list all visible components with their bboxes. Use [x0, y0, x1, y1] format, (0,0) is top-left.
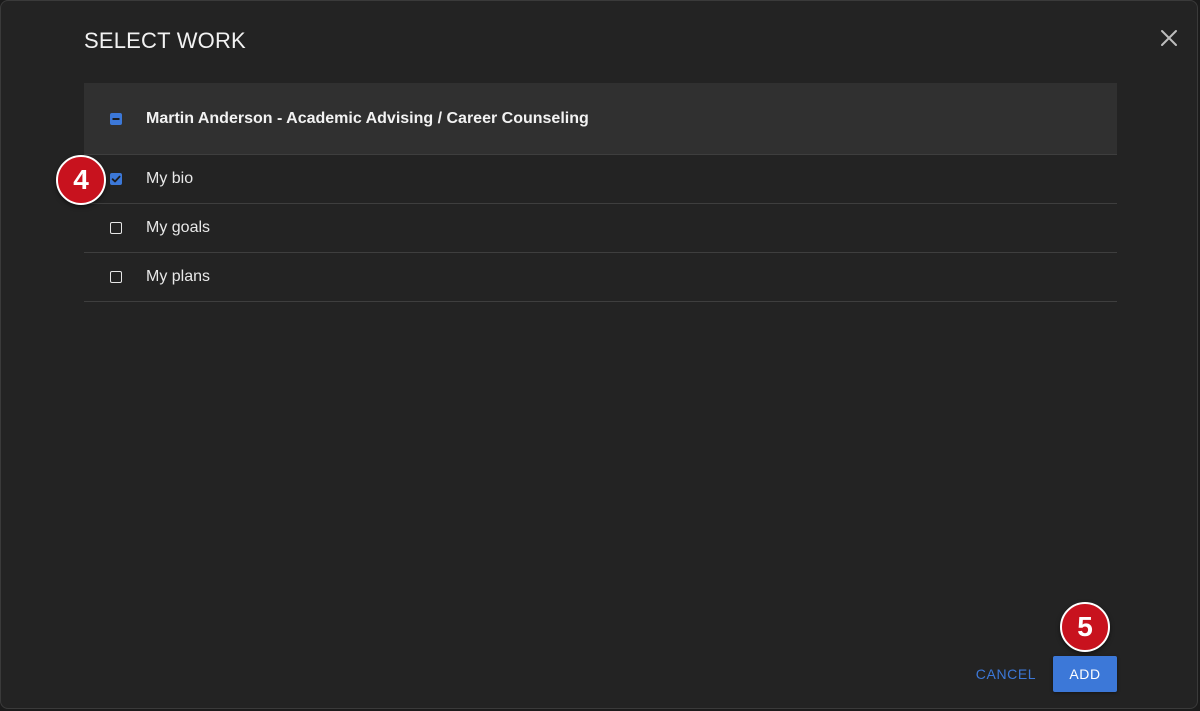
group-header-row[interactable]: Martin Anderson - Academic Advising / Ca… — [84, 83, 1117, 155]
list-item-label: My plans — [146, 268, 211, 285]
list-item-my-plans[interactable]: My plans — [84, 253, 1117, 302]
list-item-my-bio[interactable]: My bio — [84, 155, 1117, 204]
my-bio-checkbox[interactable] — [110, 173, 122, 185]
select-work-dialog: SELECT WORK Martin Anderson - Academic A… — [0, 0, 1198, 709]
my-goals-checkbox[interactable] — [110, 222, 122, 234]
group-label: Martin Anderson - Academic Advising / Ca… — [146, 109, 589, 127]
checkmark-icon — [111, 175, 121, 183]
step-marker-5: 5 — [1060, 602, 1110, 652]
close-button[interactable] — [1157, 26, 1181, 50]
work-list: Martin Anderson - Academic Advising / Ca… — [84, 83, 1117, 302]
list-item-my-goals[interactable]: My goals — [84, 204, 1117, 253]
dialog-title: SELECT WORK — [84, 28, 246, 53]
add-button[interactable]: ADD — [1053, 656, 1117, 692]
minus-icon — [112, 117, 120, 120]
group-checkbox[interactable] — [110, 112, 122, 125]
list-item-label: My goals — [146, 219, 211, 236]
close-icon — [1161, 30, 1177, 46]
step-marker-4: 4 — [56, 155, 106, 205]
cancel-button[interactable]: CANCEL — [971, 656, 1041, 692]
my-plans-checkbox[interactable] — [110, 271, 122, 283]
list-item-label: My bio — [146, 170, 194, 187]
